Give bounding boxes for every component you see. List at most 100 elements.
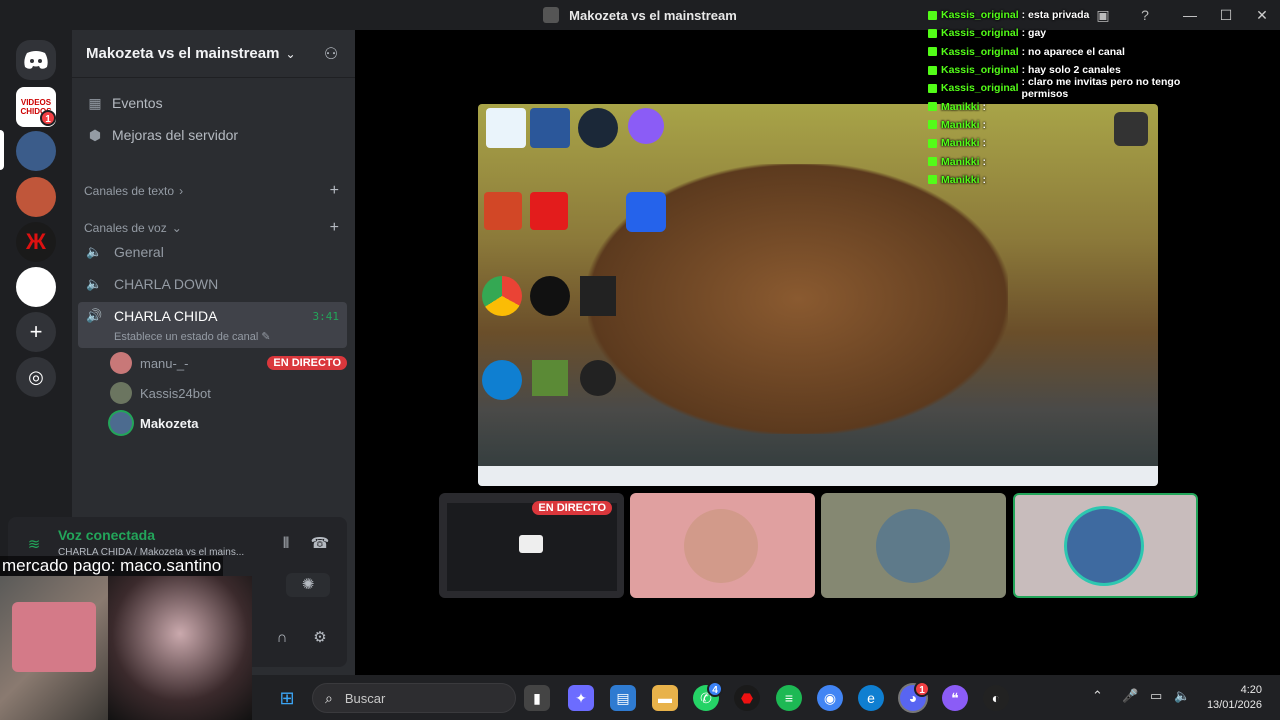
whatsapp-badge: 4 (707, 681, 723, 697)
screen-share-icon (519, 535, 543, 553)
copilot-icon[interactable]: ✦ (568, 685, 594, 711)
add-server-button[interactable]: + (16, 312, 56, 352)
add-member-icon[interactable]: ⚇ (321, 44, 341, 64)
server-red-symbol[interactable]: Ж (16, 222, 56, 262)
channel-status[interactable]: Establece un estado de canal ✎ (114, 330, 271, 343)
chevron-right-icon: › (179, 184, 184, 198)
microphone-icon[interactable]: 🎤 (1122, 688, 1138, 704)
obs-taskbar-icon[interactable]: ◐ (983, 685, 1009, 711)
calendar-icon: ▦ (88, 95, 102, 111)
file-explorer-icon[interactable]: ▬ (652, 685, 678, 711)
spotify-icon[interactable]: ≡ (776, 685, 802, 711)
chat-username: Kassis_original (941, 64, 1019, 77)
headphones-icon[interactable]: ∩ (270, 626, 294, 650)
chat-text: : (982, 137, 987, 150)
menu-mejoras[interactable]: ⬢ Mejoras del servidor (86, 126, 238, 144)
participant-tile-stream[interactable]: EN DIRECTO (439, 493, 624, 598)
chat-text: : (982, 100, 987, 113)
chat-text: : gay (1021, 27, 1047, 40)
noise-suppression-icon[interactable]: ⦀ (274, 532, 298, 556)
menu-eventos[interactable]: ▦ Eventos (86, 94, 163, 112)
voice-connected-title[interactable]: Voz conectada (58, 527, 155, 543)
webcam-overlay (0, 576, 252, 720)
participant-tile-makozeta[interactable] (1013, 493, 1198, 598)
participant-tile-manu[interactable] (630, 493, 815, 598)
search-placeholder: Buscar (344, 690, 386, 706)
chat-text: : (982, 118, 987, 131)
voice-user-name: manu-_- (140, 355, 189, 371)
voice-channel-charla-chida[interactable]: 🔊 CHARLA CHIDA 3:41 Establece un estado … (78, 302, 347, 348)
live-badge: EN DIRECTO (267, 356, 347, 370)
voice-user-kassis[interactable]: Kassis24bot (110, 380, 347, 406)
chat-username: Manikki (941, 137, 980, 150)
voice-user-manu[interactable]: manu-_- EN DIRECTO (110, 350, 347, 376)
taskbar-search[interactable]: ⌕ Buscar (312, 683, 516, 713)
soundboard-button[interactable]: ✺ (286, 573, 330, 597)
chevron-down-icon: ⌄ (285, 46, 296, 61)
voice-user-name: Kassis24bot (140, 385, 211, 401)
cam-left-image (0, 576, 108, 720)
kick-icon (928, 157, 937, 167)
plus-icon: + (29, 319, 43, 344)
chat-text: : (982, 173, 987, 186)
voice-user-name: Makozeta (140, 415, 199, 431)
roblox-icon (626, 192, 666, 232)
network-icon[interactable]: ▭ (1150, 688, 1162, 704)
disconnect-icon[interactable]: ☎ (308, 532, 332, 556)
red-app-icon[interactable]: ⬣ (734, 685, 760, 711)
category-voice[interactable]: Canales de voz ⌄ + (84, 219, 339, 237)
category-text[interactable]: Canales de texto › + (84, 182, 339, 200)
chat-app-taskbar-icon[interactable]: ❝ (942, 685, 968, 711)
task-view-icon[interactable]: ▮ (524, 685, 550, 711)
discover-button[interactable]: ◎ (16, 357, 56, 397)
server-header[interactable]: Makozeta vs el mainstream ⌄ ⚇ (72, 30, 355, 78)
chat-username: Kassis_original (941, 9, 1019, 22)
settings-gear-icon[interactable]: ⚙ (308, 626, 332, 650)
chat-message: Kassis_original: esta privada (928, 6, 1228, 24)
voice-channel-charla-down[interactable]: 🔈 CHARLA DOWN (78, 269, 347, 299)
store-icon[interactable]: ▤ (610, 685, 636, 711)
avatar (110, 412, 132, 434)
hello-kitty-box (12, 602, 96, 672)
category-text-label: Canales de texto (84, 184, 175, 198)
chat-username: Manikki (941, 118, 980, 131)
edge-taskbar-icon[interactable]: e (858, 685, 884, 711)
avatar (684, 509, 758, 583)
windows-taskbar: ⊞ ⌕ Buscar ▮ ✦ ▤ ▬ ✆ 4 ⬣ ≡ ◉ e ◕ 1 ❝ ◐ ⌃… (252, 675, 1280, 720)
chat-text: : claro me invitas pero no tengo permiso… (1021, 76, 1181, 101)
discord-logo-icon (24, 51, 48, 69)
pencil-icon: ✎ (261, 331, 271, 343)
avatar (1067, 509, 1141, 583)
chat-text: : hay solo 2 canales (1021, 64, 1121, 77)
add-voice-channel-icon[interactable]: + (330, 219, 339, 237)
chat-username: Kassis_original (940, 82, 1019, 95)
voice-user-makozeta[interactable]: Makozeta (110, 410, 347, 436)
windows-start-icon[interactable]: ⊞ (274, 685, 300, 711)
edge-icon (482, 360, 522, 400)
boost-icon: ⬢ (88, 127, 102, 143)
close-button[interactable]: ✕ (1244, 7, 1280, 24)
kick-icon (928, 10, 937, 20)
chat-message: Manikki: (928, 152, 1228, 170)
voice-channel-general[interactable]: 🔈 General (78, 237, 347, 267)
server-active[interactable] (16, 131, 56, 171)
discord-home-button[interactable] (16, 40, 56, 80)
discord-badge: 1 (914, 681, 930, 697)
menu-eventos-label: Eventos (112, 95, 163, 111)
add-text-channel-icon[interactable]: + (330, 182, 339, 200)
server-the-league[interactable] (16, 267, 56, 307)
taskbar-clock[interactable]: 4:20 13/01/2026 (1207, 683, 1262, 713)
server-avatar-face[interactable] (16, 177, 56, 217)
volume-icon[interactable]: 🔈 (1174, 688, 1190, 704)
tray-chevron-icon[interactable]: ⌃ (1092, 688, 1103, 704)
server-name: Makozeta vs el mainstream (86, 45, 280, 62)
channel-status-text: Establece un estado de canal (114, 331, 259, 343)
participant-tile-kassis[interactable] (821, 493, 1006, 598)
clock-date: 13/01/2026 (1206, 699, 1262, 711)
chat-message: Manikki: (928, 171, 1228, 189)
chrome-taskbar-icon[interactable]: ◉ (817, 685, 843, 711)
menu-mejoras-label: Mejoras del servidor (112, 127, 239, 143)
avatar (110, 382, 132, 404)
chat-message: Kassis_original: claro me invitas pero n… (928, 76, 1228, 101)
red-symbol-icon: Ж (26, 229, 46, 254)
